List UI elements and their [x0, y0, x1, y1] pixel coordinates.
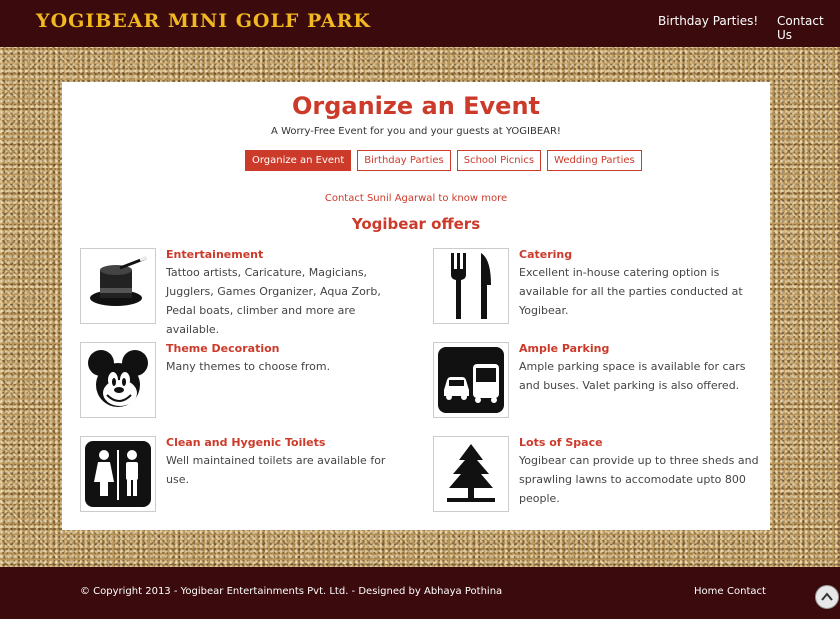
- footer-link-contact[interactable]: Contact: [727, 586, 766, 597]
- tab-wedding-parties[interactable]: Wedding Parties: [547, 150, 642, 171]
- chevron-up-icon: [821, 592, 833, 601]
- nav-birthday-parties[interactable]: Birthday Parties!: [658, 14, 758, 28]
- offer-desc: Yogibear can provide up to three sheds a…: [519, 454, 759, 505]
- tab-school-picnics[interactable]: School Picnics: [456, 150, 542, 171]
- mickey-mouse-icon: [80, 342, 156, 418]
- offer-desc: Well maintained toilets are available fo…: [166, 454, 386, 486]
- site-footer: © Copyright 2013 - Yogibear Entertainmen…: [0, 567, 840, 619]
- copyright-text: © Copyright 2013 - Yogibear Entertainmen…: [80, 586, 503, 597]
- main-content: Organize an Event A Worry-Free Event for…: [62, 82, 770, 530]
- page-subtitle: A Worry-Free Event for you and your gues…: [271, 126, 561, 137]
- nav-contact-us[interactable]: Contact Us: [777, 14, 840, 42]
- offer-title: Theme Decoration: [166, 342, 280, 355]
- top-header: YOGIBEAR MINI GOLF PARK Birthday Parties…: [0, 0, 840, 47]
- offer-desc: Excellent in-house catering option is av…: [519, 266, 743, 317]
- scroll-to-top-button[interactable]: [815, 585, 839, 609]
- event-tabs: Organize an Event Birthday Parties Schoo…: [245, 150, 642, 171]
- offer-desc: Tattoo artists, Caricature, Magicians, J…: [166, 266, 381, 336]
- offer-desc: Many themes to choose from.: [166, 360, 331, 373]
- page-title: Organize an Event: [291, 92, 541, 120]
- offer-title: Lots of Space: [519, 436, 603, 449]
- offer-title: Ample Parking: [519, 342, 610, 355]
- site-brand[interactable]: YOGIBEAR MINI GOLF PARK: [36, 10, 371, 32]
- tab-birthday-parties[interactable]: Birthday Parties: [357, 150, 451, 171]
- footer-link-home[interactable]: Home: [694, 586, 724, 597]
- parking-vehicles-icon: [433, 342, 509, 418]
- fork-knife-icon: [433, 248, 509, 324]
- offer-title: Catering: [519, 248, 573, 261]
- tree-icon: [433, 436, 509, 512]
- offer-title: Clean and Hygenic Toilets: [166, 436, 326, 449]
- offers-heading: Yogibear offers: [351, 215, 481, 233]
- contact-link[interactable]: Contact Sunil Agarwal to know more: [62, 193, 770, 204]
- tab-organize-event[interactable]: Organize an Event: [245, 150, 352, 171]
- offer-desc: Ample parking space is available for car…: [519, 360, 746, 392]
- magic-hat-icon: [80, 248, 156, 324]
- restroom-icon: [80, 436, 156, 512]
- offer-title: Entertainement: [166, 248, 264, 261]
